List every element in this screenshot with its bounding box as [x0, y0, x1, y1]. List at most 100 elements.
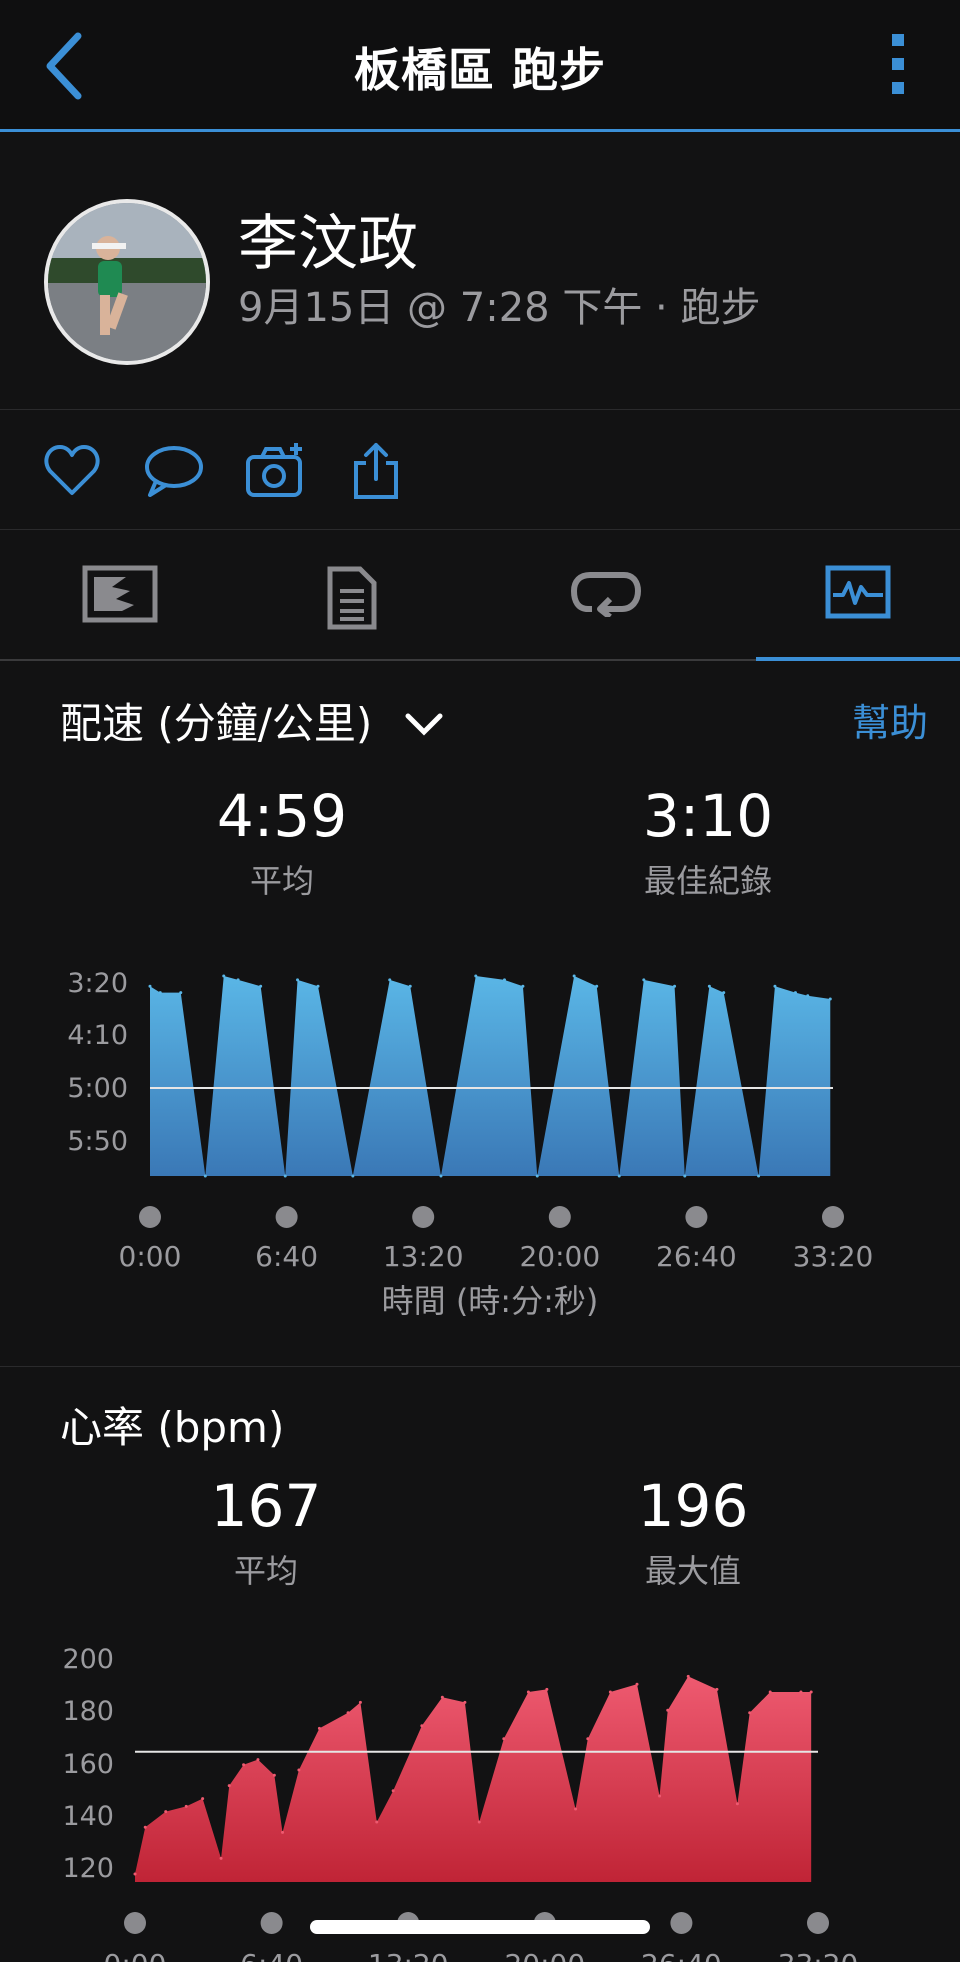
tab-laps[interactable] — [486, 531, 726, 659]
x-tick-dot — [670, 1912, 693, 1934]
data-point — [686, 1674, 690, 1678]
user-name[interactable]: 李汶政 — [238, 195, 418, 282]
data-point — [806, 994, 810, 998]
x-tick-dot — [124, 1912, 146, 1934]
data-point — [222, 974, 226, 978]
x-tick-label: 26:40 — [656, 1240, 737, 1273]
pace-average-label: 平均 — [249, 862, 314, 900]
x-tick-label: 33:20 — [793, 1240, 874, 1273]
data-point — [283, 1174, 287, 1178]
data-point — [440, 1695, 444, 1699]
active-tab-indicator — [756, 657, 960, 661]
data-point — [757, 1174, 761, 1178]
like-heart-icon[interactable] — [42, 441, 102, 501]
section-divider — [0, 1366, 960, 1367]
heart-rate-max-value: 196 — [637, 1472, 749, 1540]
x-tick-label: 33:20 — [778, 1948, 859, 1962]
data-point — [572, 974, 576, 978]
y-tick-label: 3:20 — [67, 968, 128, 999]
home-indicator — [310, 1920, 650, 1934]
data-point — [408, 984, 412, 988]
data-point — [179, 991, 183, 995]
data-point — [768, 1690, 772, 1694]
heart-rate-average-label: 平均 — [233, 1552, 298, 1590]
x-tick-dot — [260, 1912, 283, 1934]
tab-summary[interactable] — [232, 531, 472, 659]
data-point — [521, 984, 525, 988]
x-tick-label: 26:40 — [641, 1948, 722, 1962]
x-tick-label: 20:00 — [519, 1240, 600, 1273]
data-point — [545, 1687, 549, 1691]
data-point — [715, 1687, 719, 1691]
data-area — [150, 976, 831, 1176]
data-point — [297, 1768, 301, 1772]
comment-bubble-icon[interactable] — [142, 441, 203, 501]
data-point — [502, 978, 506, 982]
data-point — [642, 978, 646, 982]
more-options-icon[interactable] — [888, 34, 908, 98]
data-point — [184, 1804, 188, 1808]
pace-heading[interactable]: 配速 (分鐘/公里) — [60, 690, 444, 751]
data-point — [316, 984, 320, 988]
data-point — [574, 1807, 578, 1811]
y-tick-label: 140 — [62, 1801, 114, 1832]
data-point — [388, 978, 392, 982]
activity-meta: 9月15日 @ 7:28 下午 · 跑步 — [238, 285, 761, 331]
y-tick-label: 5:50 — [67, 1126, 128, 1157]
y-tick-label: 160 — [62, 1749, 114, 1780]
chevron-down-icon — [405, 713, 443, 736]
pace-average-value: 4:59 — [216, 782, 348, 850]
data-point — [375, 1820, 379, 1824]
add-photo-camera-icon[interactable] — [244, 441, 304, 501]
y-tick-label: 120 — [62, 1853, 114, 1884]
data-point — [673, 984, 677, 988]
data-point — [773, 984, 777, 988]
data-point — [707, 984, 711, 988]
data-point — [391, 1789, 395, 1793]
data-point — [439, 1174, 443, 1178]
data-point — [219, 1856, 223, 1860]
data-point — [296, 978, 300, 982]
data-point — [259, 984, 263, 988]
data-point — [828, 997, 832, 1001]
data-point — [608, 1690, 612, 1694]
social-actions — [0, 411, 960, 530]
data-point — [358, 1700, 362, 1704]
data-point — [748, 1711, 752, 1715]
y-tick-label: 4:10 — [67, 1020, 128, 1051]
avatar[interactable] — [44, 199, 210, 365]
tab-map[interactable] — [0, 531, 240, 659]
heart-rate-chart[interactable]: 200 180 160 140 120 0:00 6:40 13:20 20:00 26:40 33… — [0, 1630, 960, 1962]
y-tick-label: 5:00 — [67, 1073, 128, 1104]
data-point — [535, 1174, 539, 1178]
data-point — [683, 1174, 687, 1178]
data-point — [658, 1794, 662, 1798]
y-tick-label: 200 — [62, 1644, 114, 1675]
data-point — [666, 1708, 670, 1712]
share-icon[interactable] — [346, 441, 406, 501]
data-point — [722, 991, 726, 995]
data-point — [256, 1758, 260, 1762]
data-point — [201, 1797, 205, 1801]
y-tick-label: 180 — [62, 1696, 114, 1727]
data-area — [135, 1676, 812, 1882]
data-point — [281, 1830, 285, 1834]
data-point — [227, 1784, 231, 1788]
page-title: 板橋區 跑步 — [353, 43, 606, 97]
data-point — [317, 1726, 321, 1730]
data-point — [502, 1737, 506, 1741]
pace-chart[interactable]: 3:20 4:10 5:00 5:50 0:00 6:40 13:20 20:00 26:40 3… — [0, 940, 960, 1340]
pace-best-label: 最佳紀錄 — [643, 862, 772, 900]
x-tick-label: 0:00 — [104, 1948, 167, 1962]
data-point — [420, 1724, 424, 1728]
help-link[interactable]: 幫助 — [852, 692, 928, 747]
data-point — [272, 1773, 276, 1777]
data-point — [143, 1825, 147, 1829]
x-tick-dot — [685, 1206, 708, 1228]
heart-rate-average-value: 167 — [210, 1472, 322, 1540]
data-point — [595, 984, 599, 988]
data-point — [203, 1174, 207, 1178]
x-tick-label: 6:40 — [240, 1948, 303, 1962]
tab-charts[interactable] — [738, 531, 960, 659]
detail-tabs — [0, 531, 960, 661]
